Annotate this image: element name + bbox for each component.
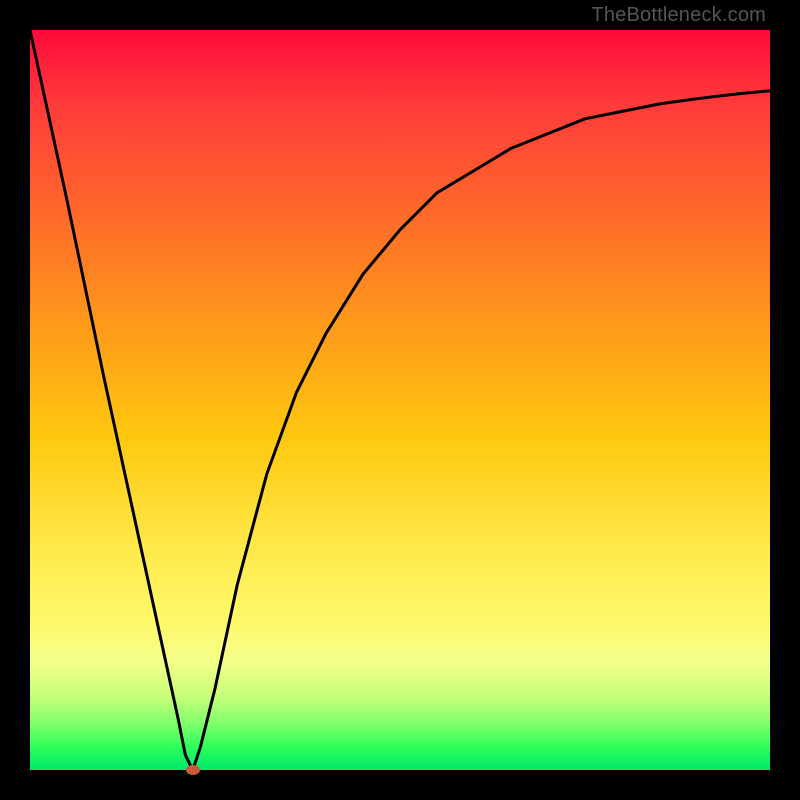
watermark-label: TheBottleneck.com — [591, 4, 766, 27]
curve-svg — [30, 30, 770, 770]
optimal-point-marker — [186, 765, 200, 775]
chart-frame: TheBottleneck.com — [0, 0, 800, 800]
bottleneck-curve — [30, 30, 770, 770]
plot-area — [30, 30, 770, 770]
